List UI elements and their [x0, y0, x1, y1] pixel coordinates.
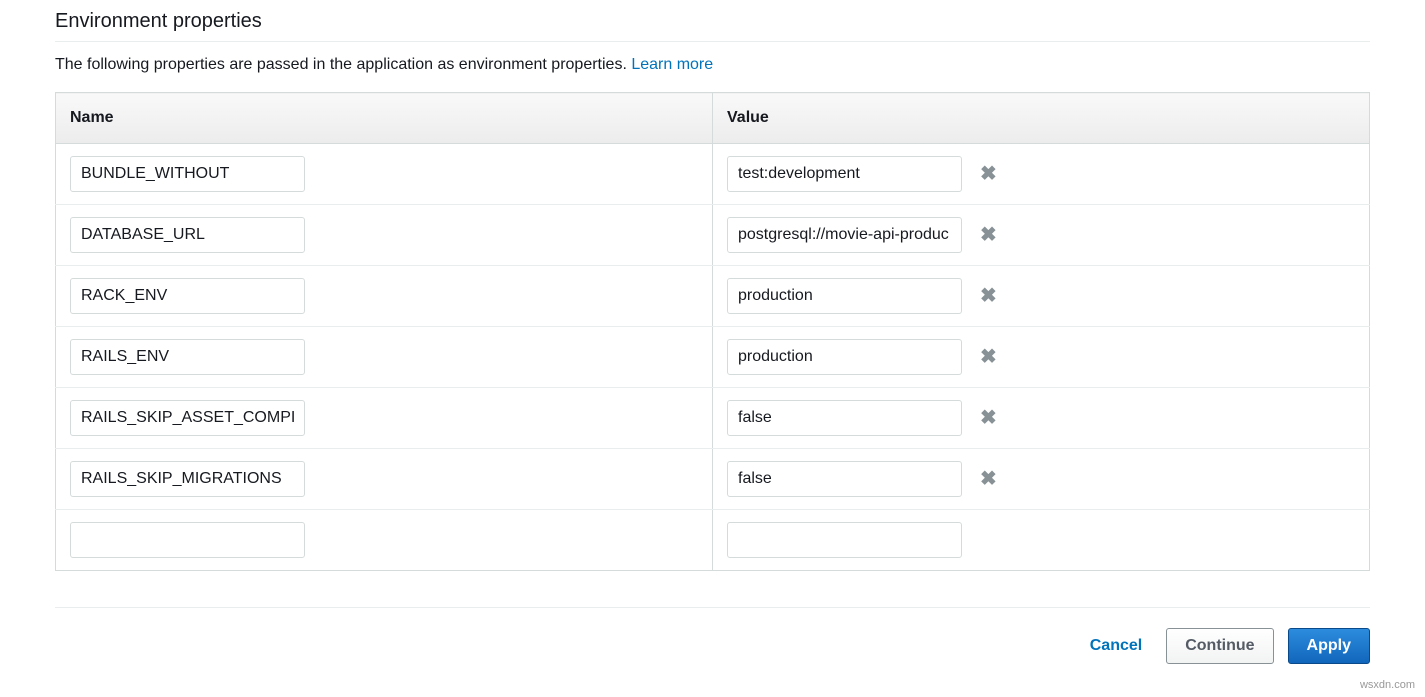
remove-row-button[interactable]: ✖	[976, 347, 1001, 367]
table-row-empty	[56, 510, 1370, 571]
property-name-input[interactable]	[70, 339, 305, 375]
close-icon: ✖	[980, 469, 997, 489]
close-icon: ✖	[980, 347, 997, 367]
property-value-input[interactable]	[727, 217, 962, 253]
section-description: The following properties are passed in t…	[55, 42, 1370, 92]
table-row: ✖	[56, 449, 1370, 510]
table-row: ✖	[56, 266, 1370, 327]
property-value-input[interactable]	[727, 400, 962, 436]
remove-row-button[interactable]: ✖	[976, 164, 1001, 184]
apply-button[interactable]: Apply	[1288, 628, 1370, 664]
remove-row-button[interactable]: ✖	[976, 225, 1001, 245]
remove-row-button[interactable]: ✖	[976, 286, 1001, 306]
remove-row-button[interactable]: ✖	[976, 469, 1001, 489]
property-name-input[interactable]	[70, 400, 305, 436]
property-name-input-empty[interactable]	[70, 522, 305, 558]
footer-actions: Cancel Continue Apply	[55, 607, 1370, 694]
close-icon: ✖	[980, 164, 997, 184]
property-value-input[interactable]	[727, 461, 962, 497]
column-header-name: Name	[56, 93, 713, 144]
table-row: ✖	[56, 205, 1370, 266]
property-name-input[interactable]	[70, 461, 305, 497]
property-name-input[interactable]	[70, 278, 305, 314]
description-text: The following properties are passed in t…	[55, 56, 631, 73]
property-name-input[interactable]	[70, 217, 305, 253]
property-value-input-empty[interactable]	[727, 522, 962, 558]
table-row: ✖	[56, 144, 1370, 205]
close-icon: ✖	[980, 225, 997, 245]
continue-button[interactable]: Continue	[1166, 628, 1273, 664]
close-icon: ✖	[980, 286, 997, 306]
watermark: wsxdn.com	[1360, 679, 1415, 691]
property-value-input[interactable]	[727, 278, 962, 314]
column-header-value: Value	[713, 93, 1370, 144]
table-row: ✖	[56, 327, 1370, 388]
section-title: Environment properties	[55, 0, 1370, 42]
remove-row-button[interactable]: ✖	[976, 408, 1001, 428]
close-icon: ✖	[980, 408, 997, 428]
table-row: ✖	[56, 388, 1370, 449]
property-name-input[interactable]	[70, 156, 305, 192]
cancel-button[interactable]: Cancel	[1080, 629, 1152, 663]
learn-more-link[interactable]: Learn more	[631, 56, 713, 73]
property-value-input[interactable]	[727, 339, 962, 375]
property-value-input[interactable]	[727, 156, 962, 192]
env-properties-table: Name Value ✖ ✖	[55, 92, 1370, 571]
